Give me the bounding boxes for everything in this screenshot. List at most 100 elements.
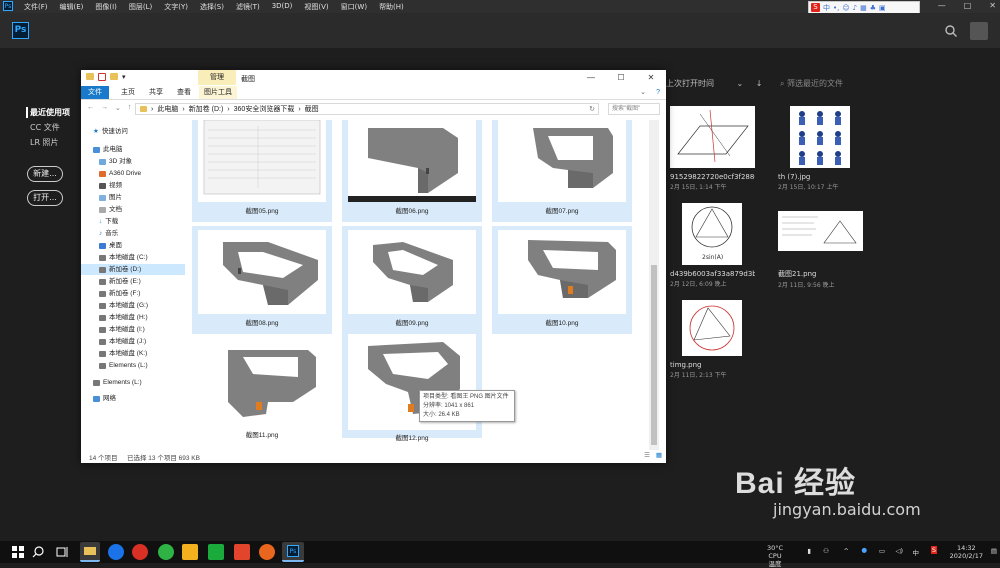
nav-drive-g[interactable]: 本地磁盘 (G:) — [99, 300, 148, 311]
filter-input[interactable]: ⌕ 筛选最近的文件 — [780, 78, 900, 91]
ime-indicator[interactable]: 中 — [913, 547, 920, 557]
file-tile[interactable]: 截图10.png — [492, 226, 632, 334]
music-app-icon[interactable] — [132, 544, 148, 560]
file-tile[interactable]: 截图09.png — [342, 226, 482, 334]
task-view-icon[interactable] — [54, 544, 70, 560]
nav-a360-drive[interactable]: A360 Drive — [99, 168, 141, 179]
search-icon[interactable] — [30, 544, 46, 560]
menu-layer[interactable]: 图层(L) — [129, 2, 152, 12]
help-icon[interactable]: ? — [656, 86, 660, 99]
emoji-icon[interactable]: ☺ — [842, 4, 849, 12]
recent-file-card[interactable]: timg.png 2月 11日, 2:13 下午 — [670, 300, 755, 379]
nav-drive-d[interactable]: 新加卷 (D:) — [81, 264, 185, 275]
menu-3d[interactable]: 3D(D) — [272, 2, 293, 12]
nav-documents[interactable]: 文档 — [99, 204, 122, 215]
new-button[interactable]: 新建... — [27, 166, 63, 182]
properties-icon[interactable] — [98, 73, 106, 81]
refresh-icon[interactable]: ↻ — [589, 105, 595, 113]
menu-help[interactable]: 帮助(H) — [379, 2, 404, 12]
breadcrumb-item[interactable]: 此电脑 — [157, 104, 178, 114]
nav-drive-l[interactable]: Elements (L:) — [99, 360, 148, 371]
firefox-icon[interactable] — [259, 544, 275, 560]
nav-videos[interactable]: 视频 — [99, 180, 122, 191]
menu-view[interactable]: 视图(V) — [304, 2, 328, 12]
maximize-button[interactable]: □ — [964, 1, 972, 10]
minimize-button[interactable]: — — [938, 1, 946, 10]
nav-music[interactable]: ♪ 音乐 — [99, 228, 118, 239]
nav-drive-i[interactable]: 本地磁盘 (I:) — [99, 324, 145, 335]
menu-type[interactable]: 文字(Y) — [164, 2, 188, 12]
menu-image[interactable]: 图像(I) — [95, 2, 117, 12]
nav-pictures[interactable]: 图片 — [99, 192, 122, 203]
sort-dropdown[interactable]: 上次打开时间 ⌄ ↓ — [666, 78, 763, 89]
scrollbar-thumb[interactable] — [651, 265, 657, 445]
notification-icon[interactable]: ▤ — [991, 547, 997, 555]
toolbox-icon[interactable]: ▣ — [879, 4, 886, 12]
nav-drive-k[interactable]: 本地磁盘 (K:) — [99, 348, 147, 359]
breadcrumb[interactable]: › 此电脑 › 新加卷 (D:) › 360安全浏览器下载 › 截图 ↻ — [135, 103, 599, 115]
close-button[interactable]: ✕ — [636, 70, 666, 86]
app-icon[interactable] — [208, 544, 224, 560]
file-tile[interactable]: 截图08.png — [192, 226, 332, 334]
punctuation-icon[interactable]: •, — [833, 4, 839, 12]
recent-file-card[interactable]: 2sin(A) d439b6003af33a879d3bd2... 2月 12日… — [670, 203, 755, 288]
network-icon[interactable]: ▭ — [879, 547, 885, 555]
sogou-tray-icon[interactable]: S — [930, 546, 937, 554]
keyboard-icon[interactable]: ▦ — [860, 4, 867, 12]
volume-icon[interactable]: ◁) — [895, 547, 903, 555]
app-icon[interactable] — [182, 544, 198, 560]
battery-icon[interactable]: ▮ — [807, 547, 811, 555]
nav-network[interactable]: 网络 — [93, 393, 116, 404]
nav-cc-files[interactable]: CC 文件 — [30, 122, 70, 133]
search-input[interactable]: 搜索"截图" — [608, 103, 660, 115]
nav-downloads[interactable]: ↓ 下载 — [99, 216, 118, 227]
browser-taskbar-icon[interactable] — [108, 544, 124, 560]
manage-context-tab[interactable]: 管理 — [198, 70, 236, 85]
recent-file-card[interactable]: 截图21.png 2月 11日, 9:56 晚上 — [778, 203, 863, 289]
file-tile[interactable]: 截图11.png — [192, 338, 332, 446]
windows-start-icon[interactable] — [10, 544, 26, 560]
tab-view[interactable]: 查看 — [171, 86, 197, 99]
nav-3d-objects[interactable]: 3D 对象 — [99, 156, 132, 167]
forward-icon[interactable]: → — [101, 104, 108, 112]
up-icon[interactable]: ↑ — [128, 104, 132, 112]
qa-dropdown-icon[interactable]: ▾ — [122, 73, 126, 81]
tab-picture-tools[interactable]: 图片工具 — [199, 86, 237, 99]
people-icon[interactable]: ⚇ — [823, 547, 829, 555]
file-tile[interactable]: 截图06.png — [342, 120, 482, 222]
maximize-button[interactable]: ☐ — [606, 70, 636, 86]
thumbnail-view-icon[interactable]: ▦ — [656, 451, 662, 459]
360-app-icon[interactable] — [158, 544, 174, 560]
ps-logo[interactable]: Ps — [12, 22, 29, 39]
menu-file[interactable]: 文件(F) — [24, 2, 48, 12]
search-icon[interactable] — [944, 24, 958, 38]
mic-icon[interactable]: ♪ — [853, 4, 857, 12]
nav-drive-j[interactable]: 本地磁盘 (J:) — [99, 336, 146, 347]
photoshop-taskbar-icon[interactable]: Ps — [282, 542, 304, 562]
menu-select[interactable]: 选择(S) — [200, 2, 224, 12]
file-tile[interactable]: 截图05.png — [192, 120, 332, 222]
file-tile[interactable]: 截图07.png — [492, 120, 632, 222]
nav-elements-l[interactable]: Elements (L:) — [93, 377, 142, 388]
tab-home[interactable]: 主页 — [115, 86, 141, 99]
tab-share[interactable]: 共享 — [143, 86, 169, 99]
skin-icon[interactable]: ♣ — [870, 4, 876, 12]
nav-drive-c[interactable]: 本地磁盘 (C:) — [99, 252, 148, 263]
nav-quick-access[interactable]: ★ 快速访问 — [93, 126, 128, 137]
file-explorer-taskbar-icon[interactable] — [80, 542, 100, 562]
recent-locations-icon[interactable]: ⌄ — [115, 104, 121, 112]
breadcrumb-item[interactable]: 截图 — [305, 104, 319, 114]
menu-window[interactable]: 窗口(W) — [341, 2, 367, 12]
details-view-icon[interactable]: ☰ — [644, 451, 650, 459]
ime-mode-label[interactable]: 中 — [823, 3, 830, 13]
sort-direction-icon[interactable]: ↓ — [756, 79, 763, 88]
app-tray-icon[interactable]: ● — [861, 546, 867, 554]
recent-file-card[interactable]: th (7).jpg 2月 15日, 10:17 上午 — [778, 106, 863, 191]
avatar[interactable] — [970, 22, 988, 40]
minimize-button[interactable]: — — [576, 70, 606, 86]
nav-drive-f[interactable]: 新加卷 (F:) — [99, 288, 140, 299]
cpu-temp-widget[interactable]: 30°C CPU温度 — [767, 544, 783, 568]
clock[interactable]: 14:32 2020/2/17 — [950, 544, 983, 560]
breadcrumb-item[interactable]: 新加卷 (D:) — [189, 104, 224, 114]
nav-desktop[interactable]: 桌面 — [99, 240, 122, 251]
